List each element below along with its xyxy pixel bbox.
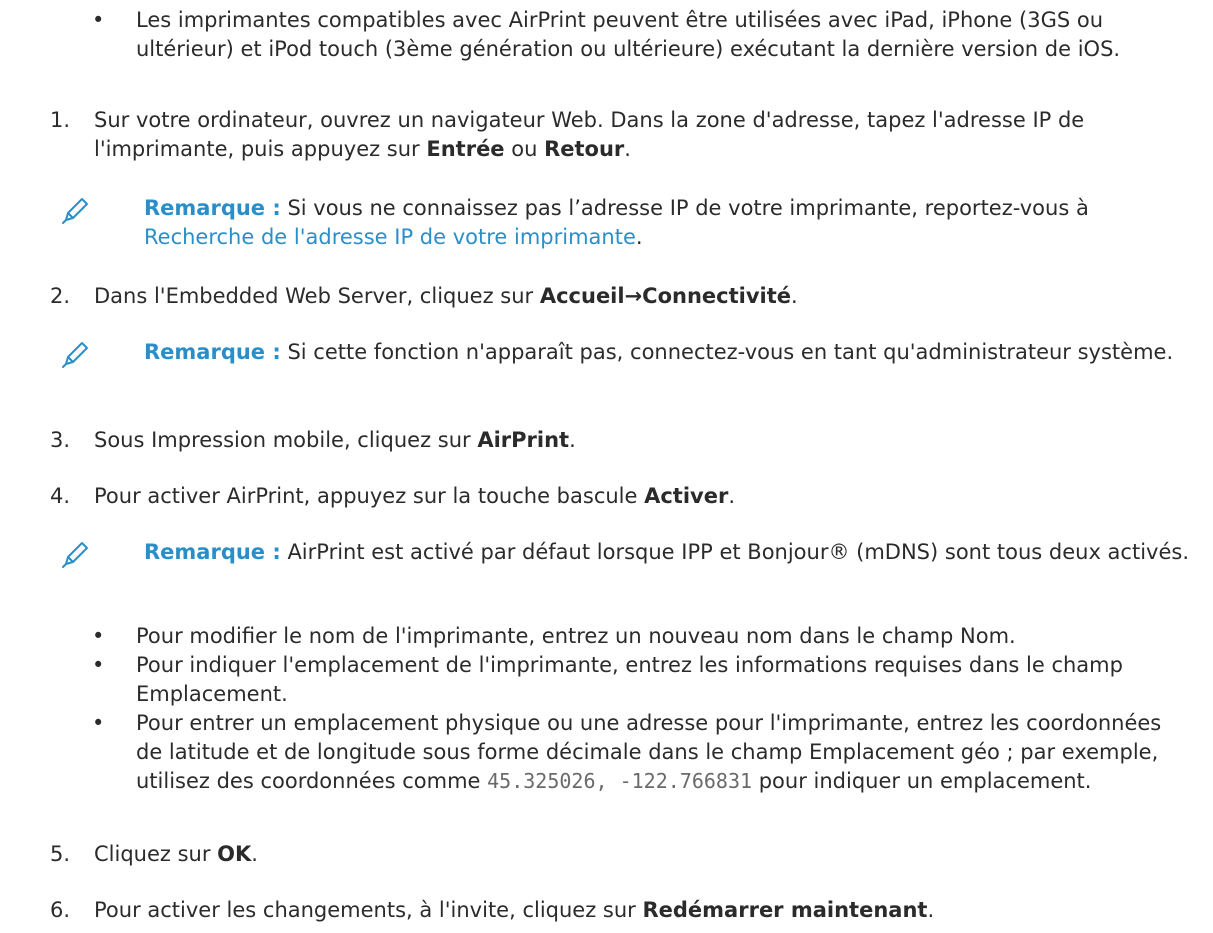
sub-bullet-3-text: Pour entrer un emplacement physique ou u… (136, 711, 1162, 793)
note-label: Remarque : (144, 196, 281, 220)
bullet-dot: • (92, 624, 105, 648)
coordinates-example: 45.325026, -122.766831 (487, 769, 753, 793)
document-page: • Les imprimantes compatibles avec AirPr… (0, 0, 1213, 933)
pencil-icon (60, 540, 90, 570)
note-2-text: Remarque : Si cette fonction n'apparaît … (144, 340, 1174, 364)
sub-bullet-2-text: Pour indiquer l'emplacement de l'imprima… (136, 653, 1123, 706)
step-number: 4. (50, 484, 71, 508)
note-label: Remarque : (144, 540, 281, 564)
step-4: 4. Pour activer AirPrint, appuyez sur la… (50, 482, 1200, 511)
step-4-text: Pour activer AirPrint, appuyez sur la to… (94, 484, 736, 508)
note-2: Remarque : Si cette fonction n'apparaît … (60, 338, 1200, 370)
note-3-text: Remarque : AirPrint est activé par défau… (144, 540, 1190, 564)
step-6: 6. Pour activer les changements, à l'inv… (50, 896, 1200, 925)
menu-path-label: Accueil→Connectivité (539, 284, 792, 308)
ok-label: OK (217, 842, 252, 866)
step-1: 1. Sur votre ordinateur, ouvrez un navig… (50, 106, 1200, 164)
note-label: Remarque : (144, 340, 281, 364)
restart-now-label: Redémarrer maintenant (642, 898, 928, 922)
intro-bullet-text: Les imprimantes compatibles avec AirPrin… (136, 8, 1121, 61)
note-1: Remarque : Si vous ne connaissez pas l’a… (60, 194, 1200, 252)
airprint-label: AirPrint (477, 428, 570, 452)
note-1-text: Remarque : Si vous ne connaissez pas l’a… (144, 196, 1089, 249)
return-key-label: Retour (544, 137, 625, 161)
step-2-text: Dans l'Embedded Web Server, cliquez sur … (94, 284, 798, 308)
step-5: 5. Cliquez sur OK. (50, 840, 1200, 869)
pencil-icon (60, 340, 90, 370)
step-3-text: Sous Impression mobile, cliquez sur AirP… (94, 428, 576, 452)
step-number: 5. (50, 842, 71, 866)
sub-bullet-2: • Pour indiquer l'emplacement de l'impri… (92, 651, 1182, 709)
sub-bullet-1: • Pour modifier le nom de l'imprimante, … (92, 622, 1182, 651)
step-6-text: Pour activer les changements, à l'invite… (94, 898, 935, 922)
step-number: 6. (50, 898, 71, 922)
step-number: 3. (50, 428, 71, 452)
step-number: 1. (50, 108, 71, 132)
step-number: 2. (50, 284, 71, 308)
bullet-dot: • (92, 711, 105, 735)
pencil-icon (60, 196, 90, 226)
intro-bullet: • Les imprimantes compatibles avec AirPr… (92, 6, 1182, 64)
bullet-dot: • (92, 8, 105, 32)
sub-bullet-3: • Pour entrer un emplacement physique ou… (92, 709, 1182, 796)
step-1-text: Sur votre ordinateur, ouvrez un navigate… (94, 108, 1085, 161)
bullet-dot: • (92, 653, 105, 677)
step-5-text: Cliquez sur OK. (94, 842, 258, 866)
sub-bullet-1-text: Pour modifier le nom de l'imprimante, en… (136, 624, 1016, 648)
step-3: 3. Sous Impression mobile, cliquez sur A… (50, 426, 1200, 455)
ip-address-link[interactable]: Recherche de l'adresse IP de votre impri… (144, 225, 636, 249)
note-3: Remarque : AirPrint est activé par défau… (60, 538, 1200, 570)
step-2: 2. Dans l'Embedded Web Server, cliquez s… (50, 282, 1200, 311)
enter-key-label: Entrée (426, 137, 505, 161)
activate-toggle-label: Activer (644, 484, 729, 508)
